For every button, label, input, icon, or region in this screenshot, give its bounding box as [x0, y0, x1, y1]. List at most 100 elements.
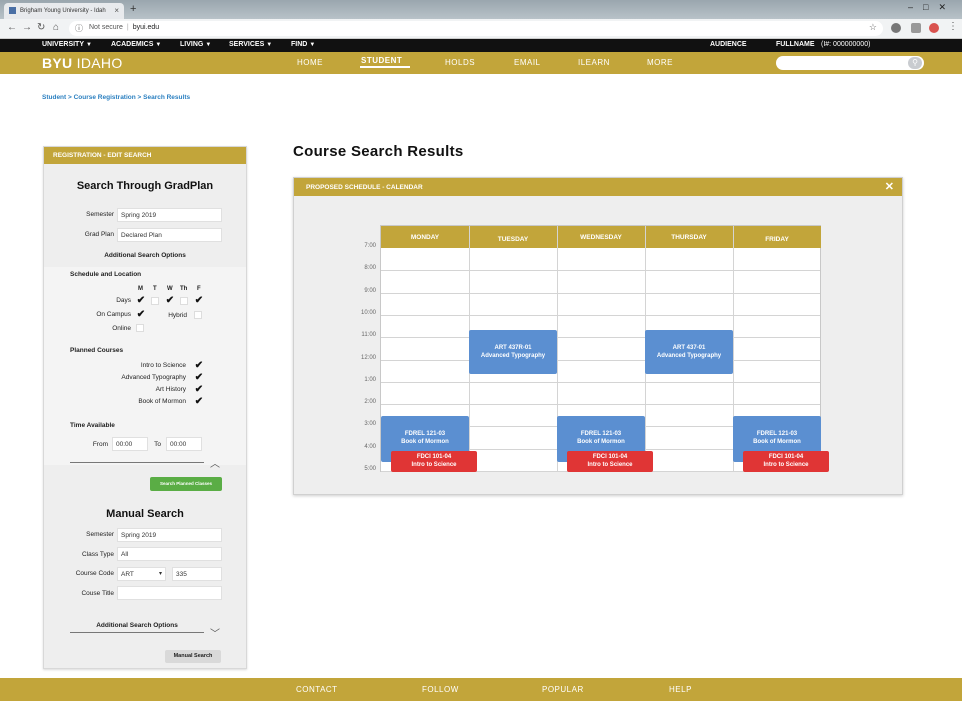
chevron-down-icon: ▼ — [155, 42, 162, 48]
search-icon[interactable]: ⚲ — [908, 57, 922, 69]
course-event-block[interactable]: FDCI 101-04 Intro to Science — [391, 451, 477, 472]
day-th-checkbox[interactable] — [180, 297, 188, 305]
day-m-checkbox[interactable]: ✔ — [136, 296, 146, 306]
time-label: 3:00 — [364, 421, 376, 428]
time-available-label: Time Available — [70, 422, 115, 429]
from-time-field[interactable]: 00:00 — [112, 437, 148, 451]
page-title: Course Search Results — [293, 143, 464, 160]
extension-icon[interactable] — [891, 23, 901, 33]
course-title: Book of Mormon — [753, 439, 801, 445]
course-event-block[interactable]: FDCI 101-04 Intro to Science — [743, 451, 829, 472]
close-icon[interactable]: ✕ — [885, 180, 894, 193]
browser-toolbar: ← → ↻ ⌂ ⓘ Not secure | byui.edu ☆ ⋮ — [0, 19, 962, 39]
day-t-checkbox[interactable] — [151, 297, 159, 305]
site-search-input[interactable]: ⚲ — [776, 56, 924, 70]
planned-course-checkbox[interactable]: ✔ — [194, 397, 204, 407]
semester-label: Semester — [86, 211, 114, 218]
time-label: 10:00 — [360, 309, 376, 316]
divider — [70, 462, 204, 463]
divider — [70, 632, 204, 633]
day-f-checkbox[interactable]: ✔ — [194, 296, 204, 306]
nav-student[interactable]: STUDENT — [361, 56, 402, 65]
nav-more[interactable]: MORE — [647, 58, 673, 67]
to-time-field[interactable]: 00:00 — [166, 437, 202, 451]
time-label: 8:00 — [364, 265, 376, 272]
day-letter-th: Th — [180, 286, 188, 292]
footer-help[interactable]: HELP — [669, 685, 692, 694]
nav-ilearn[interactable]: ILEARN — [578, 58, 610, 67]
planned-course-checkbox[interactable]: ✔ — [194, 373, 204, 383]
profile-avatar-icon[interactable] — [929, 23, 939, 33]
window-controls[interactable]: –□✕ — [908, 2, 956, 13]
course-code: FDCI 101-04 — [592, 454, 628, 460]
tab-title: Brigham Young University - Idah — [20, 8, 106, 14]
hybrid-checkbox[interactable] — [194, 311, 202, 319]
planned-course-item: Advanced Typography — [121, 374, 186, 381]
additional-options-toggle[interactable]: Additional Search Options — [44, 252, 246, 259]
course-title-field[interactable] — [117, 586, 222, 600]
time-label: 2:00 — [364, 399, 376, 406]
time-label: 9:00 — [364, 287, 376, 294]
new-tab-icon[interactable]: + — [130, 3, 136, 15]
nav-email[interactable]: EMAIL — [514, 58, 541, 67]
course-code: ART 437-01 — [672, 345, 706, 351]
audience-link[interactable]: AUDIENCE — [710, 41, 747, 48]
extension-icon-2[interactable] — [911, 23, 921, 33]
on-campus-checkbox[interactable]: ✔ — [136, 310, 146, 320]
chevron-down-icon[interactable]: ﹀ — [210, 625, 220, 640]
course-title: Advanced Typography — [656, 353, 722, 359]
manual-additional-options-toggle[interactable]: Additional Search Options — [70, 622, 204, 629]
forward-icon[interactable]: → — [22, 22, 32, 33]
course-number-field[interactable]: 335 — [172, 567, 222, 581]
menu-living[interactable]: LIVING ▼ — [180, 41, 211, 48]
menu-academics[interactable]: ACADEMICS ▼ — [111, 41, 161, 48]
footer-follow[interactable]: FOLLOW — [422, 685, 459, 694]
address-bar[interactable]: ⓘ Not secure | byui.edu ☆ — [69, 21, 883, 36]
day-w-checkbox[interactable]: ✔ — [165, 296, 175, 306]
planned-course-item: Intro to Science — [140, 362, 186, 369]
day-header-wednesday: WEDNESDAY — [557, 226, 645, 248]
footer-contact[interactable]: CONTACT — [296, 685, 338, 694]
manual-search-button[interactable]: Manual Search — [165, 650, 221, 663]
online-checkbox[interactable] — [136, 324, 144, 332]
bookmark-star-icon[interactable]: ☆ — [869, 22, 877, 33]
course-code: FDREL 121-03 — [756, 431, 798, 437]
url-separator: | — [126, 24, 129, 31]
home-icon[interactable]: ⌂ — [53, 22, 59, 33]
planned-course-checkbox[interactable]: ✔ — [194, 385, 204, 395]
planned-course-item: Book of Mormon — [138, 398, 186, 405]
reload-icon[interactable]: ↻ — [37, 22, 45, 33]
chevron-up-icon[interactable]: ︿ — [210, 455, 220, 470]
course-code: FDREL 121-03 — [580, 431, 622, 437]
course-subject-select[interactable]: ART ▾ — [117, 567, 166, 581]
class-type-field[interactable]: All — [117, 547, 222, 561]
nav-home[interactable]: HOME — [297, 58, 323, 67]
planned-course-checkbox[interactable]: ✔ — [194, 361, 204, 371]
breadcrumb[interactable]: Student > Course Registration > Search R… — [42, 94, 190, 101]
back-icon[interactable]: ← — [7, 22, 17, 33]
gradplan-field[interactable]: Declared Plan — [117, 228, 222, 242]
semester-field[interactable]: Spring 2019 — [117, 208, 222, 222]
course-event-block[interactable]: ART 437R-01 Advanced Typography — [469, 330, 557, 374]
course-event-block[interactable]: ART 437-01 Advanced Typography — [645, 330, 733, 374]
browser-menu-icon[interactable]: ⋮ — [948, 21, 958, 32]
tab-close-icon[interactable]: × — [114, 6, 119, 15]
nav-holds[interactable]: HOLDS — [445, 58, 475, 67]
favicon-icon — [9, 7, 16, 14]
course-event-block[interactable]: FDCI 101-04 Intro to Science — [567, 451, 653, 472]
course-code-label: Course Code — [75, 570, 114, 577]
search-planned-classes-button[interactable]: Search Planned Classes — [150, 477, 222, 491]
calendar-header: PROPOSED SCHEDULE - CALENDAR — [294, 178, 902, 196]
menu-university[interactable]: UNIVERSITY ▼ — [42, 41, 92, 48]
browser-tab[interactable]: Brigham Young University - Idah × — [4, 3, 124, 19]
planned-course-item: Art History — [155, 386, 186, 393]
gradplan-title: Search Through GradPlan — [76, 180, 214, 192]
manual-semester-field[interactable]: Spring 2019 — [117, 528, 222, 542]
menu-services[interactable]: SERVICES ▼ — [229, 41, 272, 48]
menu-find[interactable]: FIND ▼ — [291, 41, 315, 48]
info-icon: ⓘ — [75, 24, 83, 33]
course-code: FDCI 101-04 — [768, 454, 804, 460]
byui-logo[interactable]: BYU IDAHO — [42, 55, 123, 71]
footer-popular[interactable]: POPULAR — [542, 685, 584, 694]
chevron-down-icon: ▼ — [309, 42, 316, 48]
